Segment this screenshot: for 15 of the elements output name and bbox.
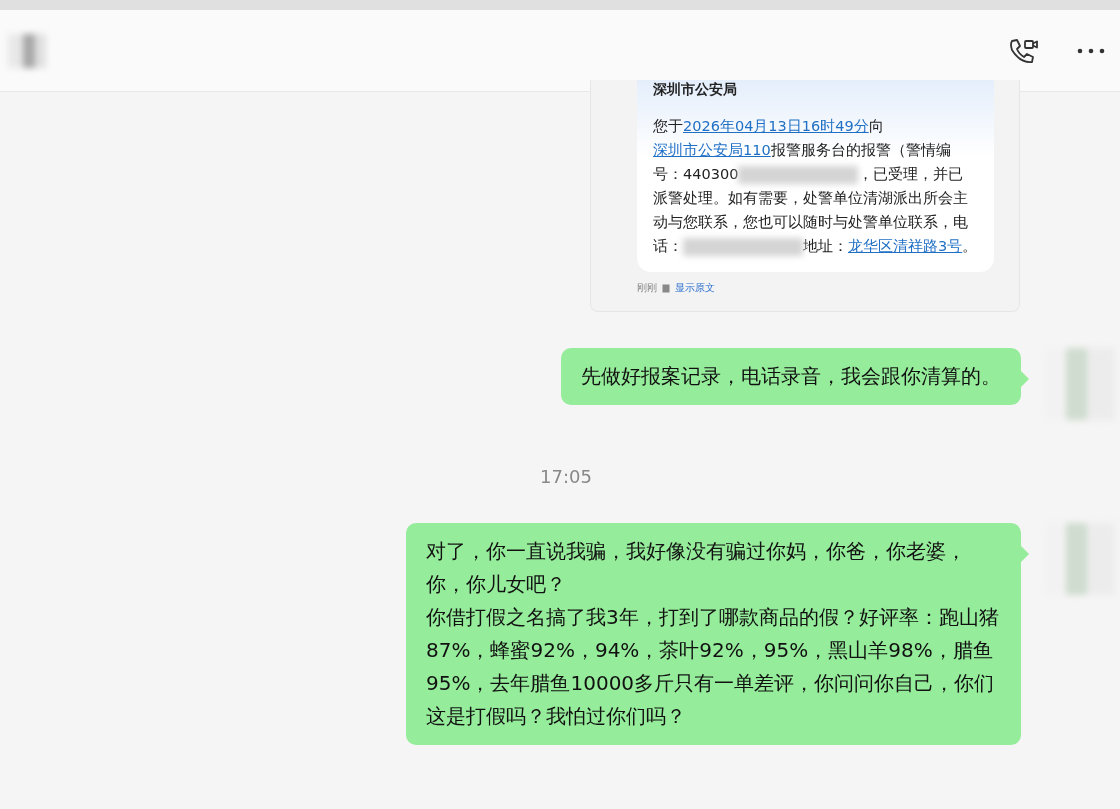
card-text: 您于2026年04月13日16时49分向 深圳市公安局110报警服务台的报警（警情编号：440300 ，已受理，并已派警处理。如有需要，处警单位清湖派出所会主动与您联系，您也可以随时与处警单位联系，电话： 地址：龙华区清祥路3号。 [653,117,978,258]
card-title: 深圳市公安局 [653,80,738,98]
document-icon [662,283,670,293]
timestamp: 刚刚 [637,281,657,295]
avatar[interactable] [8,33,46,68]
message-text: 你借打假之名搞了我3年，打到了哪款商品的假？好评率：跑山猪87%，蜂蜜92%，94%，茶叶92%，95%，黑山羊98%，腊鱼95%，去年腊鱼10000多斤只有一单差评，你问问你自己，你们这是打假吗？我怕过你们吗？ [426,604,1000,730]
more-icon[interactable] [1076,46,1106,55]
timestamp: 17:05 [540,466,593,487]
link[interactable]: 深圳市公安局110 [653,142,771,158]
image-message[interactable]: 深圳市公安局 您于2026年04月13日16时49分向 深圳市公安局110报警服务台的报警（警情编号：440300 ，已受理，并已派警处理。如有需要，处警单位清湖派出所会主动与您联系，您也可以随时与处警单位联系，电话： 地址：龙华区清祥路3号。 刚刚 显示原文 [590,80,1020,312]
link[interactable]: 2026年04月13日16时49分 [683,118,869,134]
show-original-link[interactable]: 显示原文 [675,281,715,295]
message-text: 对了，你一直说我骗，我好像没有骗过你妈，你爸，你老婆，你，你儿女吧？ [426,538,967,598]
link[interactable]: 龙华区清祥路3号 [848,238,963,254]
message-text: 先做好报案记录，电话录音，我会跟你清算的。 [581,363,1001,390]
